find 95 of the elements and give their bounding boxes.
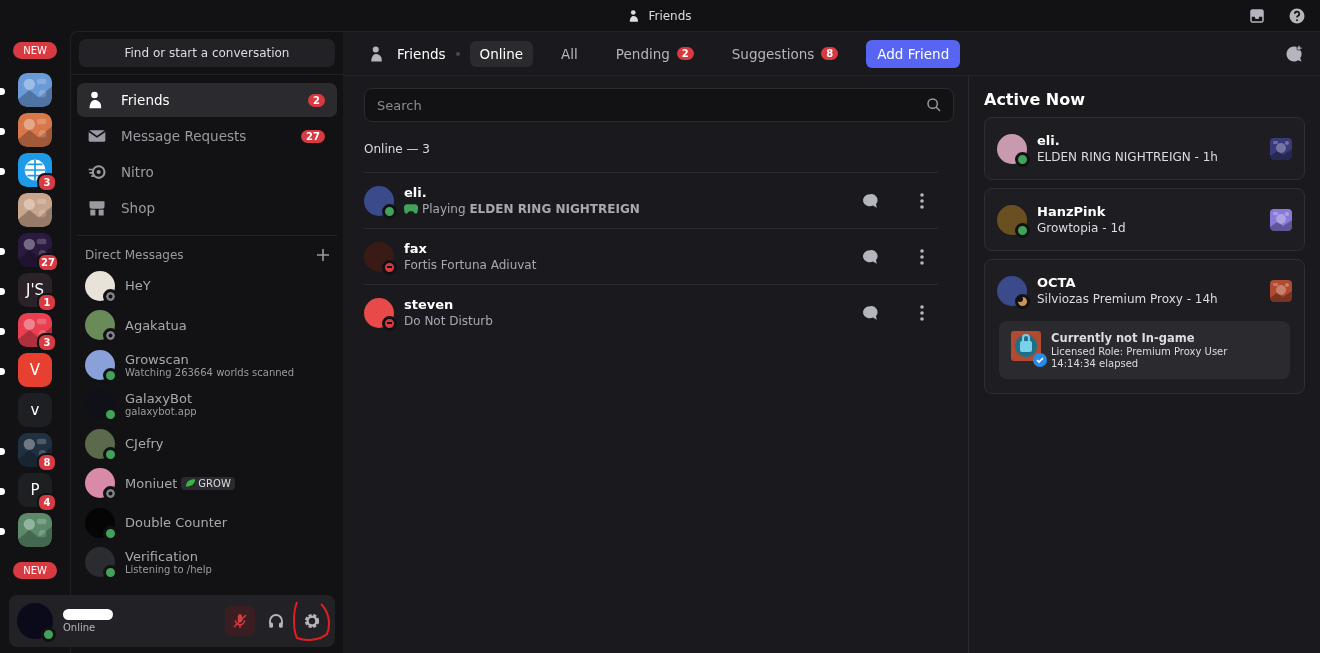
activity-card[interactable]: eli. ELDEN RING NIGHTREIGN - 1h [984,117,1305,180]
avatar [85,270,115,301]
tab[interactable]: Suggestions 8 [721,40,849,67]
search-field[interactable]: Search [364,88,954,122]
activity-text: Do Not Disturb [404,314,493,328]
section-heading: Active Now [984,90,1086,109]
friend-row[interactable]: fax Fortis Fortuna Adiuvat [364,228,938,284]
nav-item[interactable]: Nitro [77,155,337,189]
activity-text: Growtopia - 1d [1037,221,1127,235]
activity-text: ELDEN RING NIGHTREIGN - 1h [1037,150,1219,164]
nav-item[interactable]: Friends 2 [77,83,337,117]
chat-bubble-icon [861,247,879,266]
search-field[interactable]: Find or start a conversation [79,39,335,67]
avatar [85,349,115,380]
friend-name: eli. [404,185,428,200]
activity-text: Silviozas Premium Proxy - 14h [1037,292,1219,306]
friend-name: eli. [1037,133,1061,148]
avatar [85,468,115,499]
page-title: Friends [397,45,446,62]
more-icon [920,248,924,265]
microphone-button[interactable] [225,606,255,636]
friend-name: OCTA [1037,275,1077,290]
search-icon [926,97,942,113]
nav-item[interactable]: Shop [77,191,337,225]
lock-icon [1011,331,1041,361]
detail-title: Currently not In-game [1051,331,1196,345]
dm-item[interactable]: Double Counter [79,503,335,543]
chat-bubble-icon [861,191,879,210]
count-badge: 27 [301,129,325,143]
new-badge: NEW [13,41,57,59]
notification-badge: 8 [37,453,57,472]
friend-row[interactable]: steven Do Not Disturb [364,284,938,340]
dm-item[interactable]: GalaxyBot galaxybot.app [79,384,335,424]
avatar [997,133,1027,164]
nitro-icon [87,162,107,182]
window-title: Friends [648,8,692,23]
activity-card[interactable]: HanzPink Growtopia - 1d [984,188,1305,251]
server-icon[interactable]: v [18,393,52,427]
more-icon [920,192,924,209]
help-icon[interactable] [1288,7,1306,25]
settings-icon [303,612,321,630]
friend-name: steven [404,297,455,312]
more-icon [920,304,924,321]
notification-badge: 4 [37,493,57,512]
chat-bubble-icon [861,303,879,322]
leaf-icon [185,478,197,489]
tab[interactable]: Online [469,40,534,67]
dm-item[interactable]: HeY [79,266,335,306]
avatar [85,507,115,538]
friend-name: fax [404,241,428,256]
inbox-icon[interactable] [1248,7,1266,25]
new-group-icon[interactable] [1284,43,1304,64]
verified-icon [1033,353,1047,367]
avatar [85,310,115,341]
avatar [85,547,115,578]
detail-text: Licensed Role: Premium Proxy User [1051,346,1228,357]
dm-item[interactable]: CJefry [79,424,335,464]
guild-tag: GROW [181,476,235,490]
plus-icon[interactable] [317,249,329,261]
dm-item[interactable]: Moniuet GROW [79,463,335,503]
avatar [85,389,115,420]
count-badge: 2 [308,93,325,107]
tab[interactable]: Pending 2 [605,40,704,67]
shop-icon [87,198,107,218]
avatar [364,241,394,272]
redaction-mark [63,609,113,620]
dm-item[interactable]: Growscan Watching 263664 worlds scanned [79,345,335,385]
section-heading: Online — 3 [364,142,431,156]
avatar [17,603,53,639]
headphones-icon [267,612,285,630]
add-friend-button[interactable]: Add Friend [866,39,961,68]
notification-badge: 27 [37,253,59,272]
notification-badge: 3 [37,173,57,192]
activity-card[interactable]: OCTA Silviozas Premium Proxy - 14h Currently not In-game Licensed Role: Premium Proxy User 14:14:34 elapsed [984,259,1305,394]
nav-item[interactable]: Message Requests 27 [77,119,337,153]
avatar [364,185,394,216]
notification-badge: 3 [37,333,57,352]
elapsed-time: 14:14:34 elapsed [1051,358,1140,369]
activity-text: Fortis Fortuna Adiuvat [404,258,537,272]
section-heading: Direct Messages [85,248,184,262]
activity-text: Playing ELDEN RING NIGHTREIGN [422,202,640,216]
globe-icon[interactable] [18,153,52,187]
avatar [997,204,1027,235]
server-icon[interactable]: V [18,353,52,387]
avatar [85,428,115,459]
friend-row[interactable]: eli. Playing ELDEN RING NIGHTREIGN [364,172,938,228]
status-text: Online [63,622,97,633]
avatar [997,275,1027,306]
dm-item[interactable]: Agakatua [79,305,335,345]
mute-icon [231,612,249,630]
friend-name: HanzPink [1037,204,1107,219]
dm-item[interactable]: Verification Listening to /help [79,542,335,582]
avatar [364,297,394,328]
new-badge: NEW [13,561,57,579]
tab[interactable]: All [551,40,588,67]
